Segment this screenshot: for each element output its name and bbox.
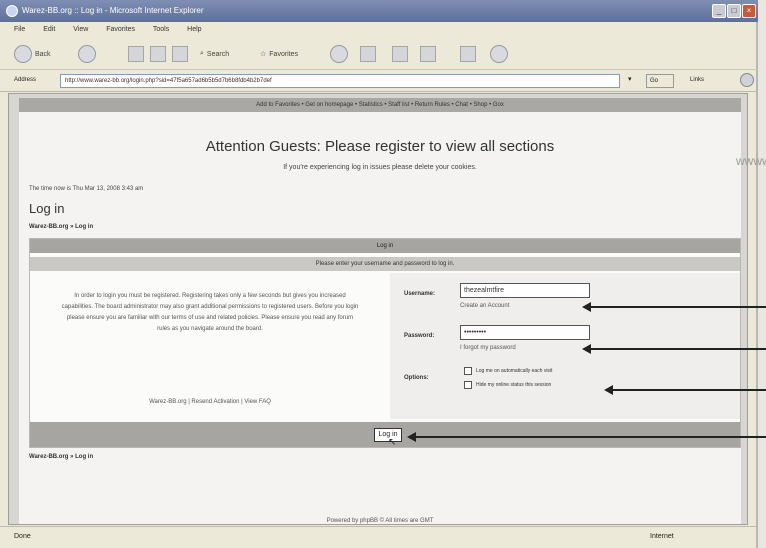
messenger-icon (490, 45, 508, 63)
menu-bar: File Edit View Favorites Tools Help (0, 22, 758, 38)
print-icon (392, 46, 408, 62)
menu-favorites[interactable]: Favorites (106, 26, 135, 33)
login-form: Username: thezealmtfire Create an Accoun… (390, 273, 740, 419)
discuss-button[interactable] (460, 44, 476, 64)
back-button[interactable]: Back (14, 44, 51, 64)
back-arrow-icon (14, 45, 32, 63)
panel-instruction: Please enter your username and password … (30, 257, 740, 271)
edit-button[interactable] (420, 44, 436, 64)
mail-icon (360, 46, 376, 62)
arrow-password-icon (582, 344, 766, 354)
stop-button[interactable] (128, 44, 144, 64)
powered-by: Powered by phpBB © All times are GMT (326, 518, 434, 524)
breadcrumb[interactable]: Warez-BB.org » Log in (29, 224, 93, 230)
hide-online-label[interactable]: Hide my online status this session (476, 382, 551, 388)
zone-text: Internet (650, 533, 674, 540)
star-icon: ☆ (260, 51, 267, 58)
password-label: Password: (404, 333, 435, 339)
ie-logo-icon (6, 5, 18, 17)
password-field[interactable]: ••••••••• (460, 325, 590, 340)
background-page-text: wwwww uuu (736, 154, 766, 168)
arrow-username-icon (582, 302, 766, 312)
mail-button[interactable] (360, 44, 376, 64)
timestamp: The time now is Thu Mar 13, 2008 3:43 am (29, 186, 144, 192)
auto-login-checkbox[interactable] (464, 367, 472, 375)
history-button[interactable] (330, 44, 348, 64)
forum-navbar[interactable]: Add to Favorites • Get on homepage • Sta… (19, 98, 741, 112)
forgot-password-link[interactable]: I forgot my password (460, 345, 516, 351)
toolbar: Back ⌕ Search ☆ Favorites (0, 38, 758, 70)
account-links[interactable]: Warez-BB.org | Resend Activation | View … (60, 399, 360, 405)
dropdown-icon[interactable]: ▾ (628, 75, 632, 83)
menu-edit[interactable]: Edit (43, 26, 55, 33)
forum-page: Add to Favorites • Get on homepage • Sta… (19, 98, 741, 524)
page-viewport: Add to Favorites • Get on homepage • Sta… (8, 93, 748, 525)
registration-info: In order to login you must be registered… (61, 293, 359, 332)
status-text: Done (14, 533, 31, 540)
breadcrumb-bottom[interactable]: Warez-BB.org » Log in (29, 454, 93, 460)
arrow-login-icon (407, 432, 766, 442)
extension-icon[interactable] (740, 73, 754, 87)
guest-notice: Attention Guests: Please register to vie… (205, 138, 555, 155)
status-bar: Done Internet (0, 526, 758, 548)
print-button[interactable] (392, 44, 408, 64)
cookie-notice: If you're experiencing log in issues ple… (283, 164, 477, 171)
history-icon (330, 45, 348, 63)
address-bar: Address http://www.warez-bb.org/login.ph… (0, 70, 758, 92)
window-title: Warez-BB.org :: Log in - Microsoft Inter… (22, 6, 204, 15)
menu-file[interactable]: File (14, 26, 25, 33)
username-field[interactable]: thezealmtfire (460, 283, 590, 298)
forward-arrow-icon (78, 45, 96, 63)
go-button[interactable]: Go (646, 74, 674, 88)
refresh-icon (150, 46, 166, 62)
menu-view[interactable]: View (73, 26, 88, 33)
browser-window: Warez-BB.org :: Log in - Microsoft Inter… (0, 0, 758, 548)
search-button[interactable]: ⌕ Search (200, 44, 229, 64)
stop-icon (128, 46, 144, 62)
discuss-icon (460, 46, 476, 62)
home-icon (172, 46, 188, 62)
login-panel: Log in Please enter your username and pa… (29, 238, 741, 448)
maximize-button[interactable]: □ (727, 4, 741, 18)
minimize-button[interactable]: _ (712, 4, 726, 18)
hide-online-checkbox[interactable] (464, 381, 472, 389)
favorites-button[interactable]: ☆ Favorites (260, 44, 298, 64)
username-label: Username: (404, 291, 436, 297)
menu-help[interactable]: Help (187, 26, 201, 33)
menu-tools[interactable]: Tools (153, 26, 169, 33)
mouse-cursor-icon: ↖ (388, 437, 397, 448)
messenger-button[interactable] (490, 44, 508, 64)
search-icon: ⌕ (200, 50, 204, 57)
edit-icon (420, 46, 436, 62)
arrow-options-icon (604, 385, 766, 395)
address-input[interactable]: http://www.warez-bb.org/login.php?sid=47… (60, 74, 620, 88)
home-button[interactable] (172, 44, 188, 64)
options-label: Options: (404, 375, 429, 381)
create-account-link[interactable]: Create an Account (460, 303, 509, 309)
page-title: Log in (29, 201, 65, 216)
forward-button[interactable] (78, 44, 96, 64)
address-label: Address (14, 77, 37, 83)
close-button[interactable]: × (742, 4, 756, 18)
auto-login-label[interactable]: Log me on automatically each visit (476, 368, 552, 374)
panel-footer: Log in (30, 422, 740, 447)
refresh-button[interactable] (150, 44, 166, 64)
panel-header: Log in (30, 239, 740, 253)
title-bar: Warez-BB.org :: Log in - Microsoft Inter… (0, 0, 758, 22)
links-label[interactable]: Links (690, 77, 704, 83)
